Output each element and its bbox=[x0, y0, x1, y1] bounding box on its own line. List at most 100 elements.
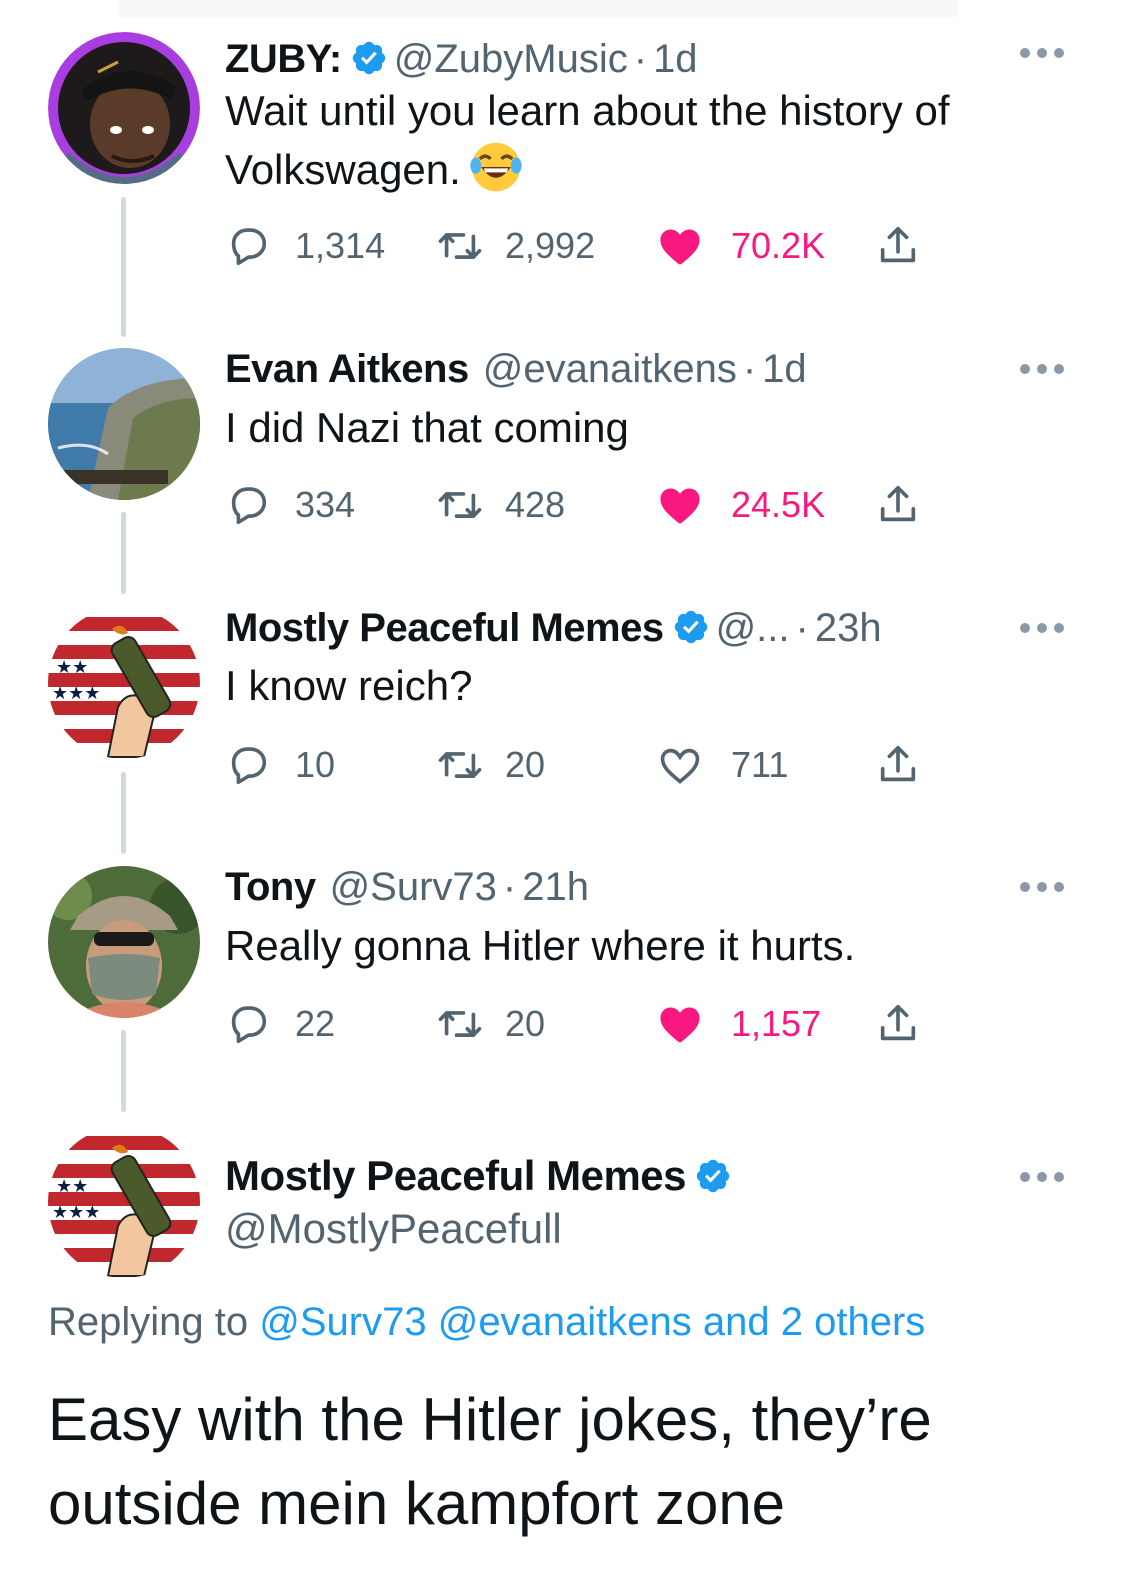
share-icon bbox=[875, 223, 921, 269]
tweet-text: I did Nazi that coming bbox=[225, 404, 629, 451]
heart-icon bbox=[657, 223, 703, 269]
retweet-button[interactable]: 2,992 bbox=[437, 216, 595, 276]
tweet-header: Evan Aitkens @evanaitkens · 1d bbox=[225, 344, 807, 394]
reply-button[interactable]: 10 bbox=[225, 735, 335, 795]
avatar[interactable] bbox=[48, 32, 200, 184]
replying-to: Replying to @Surv73 @evanaitkens and 2 o… bbox=[48, 1300, 925, 1345]
retweet-icon bbox=[437, 1001, 483, 1047]
reply-icon bbox=[225, 742, 271, 788]
author-name[interactable]: Tony bbox=[225, 865, 316, 909]
tweet-text: Wait until you learn about the history o… bbox=[225, 82, 950, 199]
verified-badge-icon bbox=[350, 39, 388, 77]
author-handle[interactable]: @evanaitkens bbox=[483, 347, 737, 391]
retweet-button[interactable]: 20 bbox=[437, 994, 545, 1054]
timestamp[interactable]: 1d bbox=[653, 37, 698, 81]
share-button[interactable] bbox=[875, 994, 921, 1054]
author-name[interactable]: Evan Aitkens bbox=[225, 347, 469, 391]
timestamp[interactable]: 21h bbox=[522, 865, 589, 909]
like-count: 24.5K bbox=[731, 484, 826, 525]
timestamp[interactable]: 1d bbox=[762, 347, 807, 391]
retweet-icon bbox=[437, 742, 483, 788]
retweet-button[interactable]: 20 bbox=[437, 735, 545, 795]
like-button[interactable]: 70.2K bbox=[657, 216, 825, 276]
more-icon[interactable] bbox=[1020, 1170, 1064, 1184]
timestamp[interactable]: 23h bbox=[815, 606, 882, 650]
svg-text:★★: ★★ bbox=[56, 1176, 88, 1197]
separator-dot: · bbox=[502, 865, 517, 909]
share-button[interactable] bbox=[875, 216, 921, 276]
tweet-actions: 10 20 711 bbox=[225, 735, 945, 795]
retweet-icon bbox=[437, 482, 483, 528]
separator-dot: · bbox=[633, 37, 648, 81]
verified-badge-icon bbox=[694, 1157, 732, 1195]
main-tweet-text: Easy with the Hitler jokes, they’re outs… bbox=[48, 1378, 1088, 1546]
tweet-text-line: outside mein kampfort zone bbox=[48, 1470, 786, 1537]
tweet-text-line: Wait until you learn about the history o… bbox=[225, 87, 950, 134]
tweet-text: I know reich? bbox=[225, 662, 473, 709]
like-button[interactable]: 711 bbox=[657, 735, 788, 795]
retweet-count: 428 bbox=[505, 484, 566, 525]
like-count: 70.2K bbox=[731, 225, 826, 266]
thread-connector bbox=[121, 772, 126, 854]
retweet-icon bbox=[437, 223, 483, 269]
reply-count: 10 bbox=[295, 744, 336, 785]
author-handle[interactable]: @... bbox=[716, 606, 790, 650]
reply-button[interactable]: 22 bbox=[225, 994, 335, 1054]
retweet-count: 20 bbox=[505, 1003, 546, 1044]
more-icon[interactable] bbox=[1020, 46, 1064, 60]
reply-count: 1,314 bbox=[295, 225, 386, 266]
reply-button[interactable]: 334 bbox=[225, 475, 355, 535]
more-icon[interactable] bbox=[1020, 362, 1064, 376]
tweet-actions: 1,314 2,992 70.2K bbox=[225, 216, 945, 276]
thread-connector bbox=[121, 197, 126, 337]
replying-links[interactable]: @Surv73 @evanaitkens and 2 others bbox=[259, 1300, 925, 1344]
author-name[interactable]: Mostly Peaceful Memes bbox=[225, 1150, 738, 1202]
tweet-text-line: Easy with the Hitler jokes, they’re bbox=[48, 1386, 932, 1453]
avatar[interactable]: ★★ ★★★ bbox=[48, 1126, 200, 1278]
reply-icon bbox=[225, 223, 271, 269]
like-button[interactable]: 24.5K bbox=[657, 475, 825, 535]
author-name[interactable]: ZUBY: bbox=[225, 37, 342, 81]
tweet-actions: 334 428 24.5K bbox=[225, 475, 945, 535]
author-handle[interactable]: @Surv73 bbox=[330, 865, 497, 909]
avatar[interactable]: ★★ ★★★ bbox=[48, 607, 200, 759]
tweet-actions: 22 20 1,157 bbox=[225, 994, 945, 1054]
avatar[interactable] bbox=[48, 866, 200, 1018]
tweet-header: Tony @Surv73 · 21h bbox=[225, 862, 589, 912]
separator-dot: · bbox=[742, 347, 757, 391]
author-handle[interactable]: @ZubyMusic bbox=[394, 37, 628, 81]
heart-icon bbox=[657, 1001, 703, 1047]
more-icon[interactable] bbox=[1020, 880, 1064, 894]
author-handle[interactable]: @MostlyPeacefull bbox=[225, 1203, 562, 1255]
avatar[interactable] bbox=[48, 348, 200, 500]
tweet-text-line: Volkswagen. bbox=[225, 146, 461, 193]
thread-connector bbox=[121, 512, 126, 594]
like-button[interactable]: 1,157 bbox=[657, 994, 821, 1054]
author-name[interactable]: Mostly Peaceful Memes bbox=[225, 606, 664, 650]
more-icon[interactable] bbox=[1020, 621, 1064, 635]
retweet-count: 2,992 bbox=[505, 225, 596, 266]
retweet-button[interactable]: 428 bbox=[437, 475, 565, 535]
thread-connector bbox=[121, 1030, 126, 1112]
reply-button[interactable]: 1,314 bbox=[225, 216, 385, 276]
like-count: 1,157 bbox=[731, 1003, 822, 1044]
replying-label: Replying to bbox=[48, 1300, 249, 1344]
svg-text:★★★: ★★★ bbox=[52, 683, 100, 704]
tweet-text: Really gonna Hitler where it hurts. bbox=[225, 922, 856, 969]
svg-text:★★: ★★ bbox=[56, 657, 88, 678]
heart-icon bbox=[657, 482, 703, 528]
share-button[interactable] bbox=[875, 475, 921, 535]
share-icon bbox=[875, 742, 921, 788]
svg-text:★★★: ★★★ bbox=[52, 1202, 100, 1223]
reply-icon bbox=[225, 1001, 271, 1047]
reply-count: 334 bbox=[295, 484, 356, 525]
heart-icon bbox=[657, 742, 703, 788]
retweet-count: 20 bbox=[505, 744, 546, 785]
reply-icon bbox=[225, 482, 271, 528]
share-icon bbox=[875, 482, 921, 528]
face-with-tears-of-joy-icon bbox=[470, 142, 522, 192]
separator-dot: · bbox=[795, 606, 809, 650]
tweet-header: ZUBY: @ZubyMusic · 1d bbox=[225, 34, 698, 84]
top-divider bbox=[118, 0, 958, 18]
share-button[interactable] bbox=[875, 735, 921, 795]
